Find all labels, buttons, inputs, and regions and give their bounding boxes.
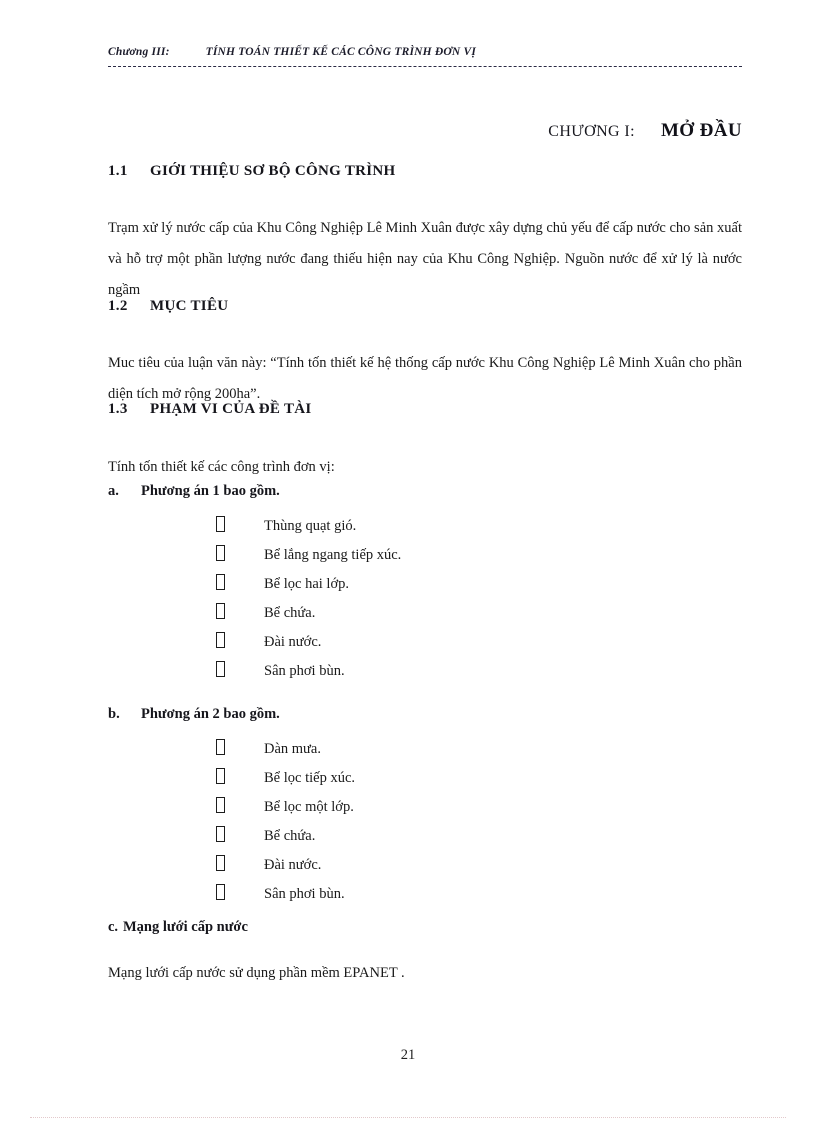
running-header-chapter-label: Chương III: [108,46,170,58]
list-item-label: Thùng quạt gió. [264,518,357,534]
chapter-title-label: CHƯƠNG I: [548,123,635,140]
bullet-box-icon [216,661,264,680]
list-item: Bể lọc tiếp xúc. [216,768,355,797]
list-item: Bể lọc hai lớp. [216,574,401,603]
footer-rule [30,1117,786,1118]
list-item: Bể lọc một lớp. [216,797,355,826]
paragraph-1-3-intro: Tính tốn thiết kế các công trình đơn vị: [108,458,335,475]
sub-item-c-label: Mạng lưới cấp nước [123,919,248,935]
section-title-1-1: GIỚI THIỆU SƠ BỘ CÔNG TRÌNH [150,163,396,179]
sub-item-b: b. Phương án 2 bao gồm. [108,706,280,723]
list-item-label: Bể lọc hai lớp. [264,576,349,592]
list-item-label: Bể lọc một lớp. [264,799,354,815]
list-item-label: Bể lọc tiếp xúc. [264,770,356,786]
sub-item-a: a. Phương án 1 bao gồm. [108,483,280,500]
section-title-1-2: MỤC TIÊU [150,298,229,314]
list-item-label: Bể chứa. [264,828,316,844]
section-heading-1-1: 1.1 GIỚI THIỆU SƠ BỘ CÔNG TRÌNH [108,163,396,180]
bullet-box-icon [216,574,264,593]
sub-item-c: c. Mạng lưới cấp nước [108,919,248,936]
bullet-box-icon [216,797,264,816]
bullet-box-icon [216,545,264,564]
chapter-title-name: MỞ ĐẦU [660,120,742,141]
list-item-label: Bể chứa. [264,605,316,621]
list-item-label: Đài nước. [264,634,322,650]
list-item: Dàn mưa. [216,739,355,768]
sub-item-a-marker: a. [108,483,119,499]
section-title-1-3: PHẠM VI CỦA ĐỀ TÀI [150,401,312,417]
bullet-box-icon [216,855,264,874]
section-number-1-1: 1.1 [108,163,128,179]
page-number: 21 [400,1047,416,1063]
document-page: Chương III: TÍNH TOÁN THIẾT KẾ CÁC CÔNG … [0,0,816,1123]
bullet-list-option-1: Thùng quạt gió. Bể lắng ngang tiếp xúc. … [216,516,401,690]
list-item-label: Dàn mưa. [264,741,321,757]
running-header: Chương III: TÍNH TOÁN THIẾT KẾ CÁC CÔNG … [108,46,742,67]
running-header-title: TÍNH TOÁN THIẾT KẾ CÁC CÔNG TRÌNH ĐƠN VỊ [205,46,477,58]
list-item: Bể chứa. [216,603,401,632]
bullet-box-icon [216,632,264,651]
bullet-box-icon [216,884,264,903]
running-header-line: Chương III: TÍNH TOÁN THIẾT KẾ CÁC CÔNG … [108,46,742,58]
list-item-label: Đài nước. [264,857,322,873]
sub-item-b-label: Phương án 2 bao gồm. [141,706,280,722]
list-item: Sân phơi bùn. [216,661,401,690]
list-item: Thùng quạt gió. [216,516,401,545]
list-item: Bể chứa. [216,826,355,855]
bullet-box-icon [216,603,264,622]
sub-item-b-marker: b. [108,706,120,722]
sub-item-c-marker: c. [108,919,119,935]
bullet-list-option-2: Dàn mưa. Bể lọc tiếp xúc. Bể lọc một lớp… [216,739,355,913]
list-item: Đài nước. [216,632,401,661]
chapter-title: CHƯƠNG I: MỞ ĐẦU [108,120,742,142]
section-number-1-3: 1.3 [108,401,128,417]
section-number-1-2: 1.2 [108,298,128,314]
list-item-label: Sân phơi bùn. [264,886,345,902]
bullet-box-icon [216,826,264,845]
sub-item-a-label: Phương án 1 bao gồm. [141,483,280,499]
list-item: Đài nước. [216,855,355,884]
bullet-box-icon [216,739,264,758]
section-heading-1-2: 1.2 MỤC TIÊU [108,298,228,315]
list-item-label: Bể lắng ngang tiếp xúc. [264,547,402,563]
paragraph-1-1: Trạm xử lý nước cấp của Khu Công Nghiệp … [108,219,742,298]
list-item: Bể lắng ngang tiếp xúc. [216,545,401,574]
header-rule [108,66,742,67]
bullet-box-icon [216,516,264,535]
list-item-label: Sân phơi bùn. [264,663,345,679]
paragraph-item-c: Mạng lưới cấp nước sử dụng phần mềm EPAN… [108,964,405,981]
list-item: Sân phơi bùn. [216,884,355,913]
bullet-box-icon [216,768,264,787]
section-heading-1-3: 1.3 PHẠM VI CỦA ĐỀ TÀI [108,401,312,418]
